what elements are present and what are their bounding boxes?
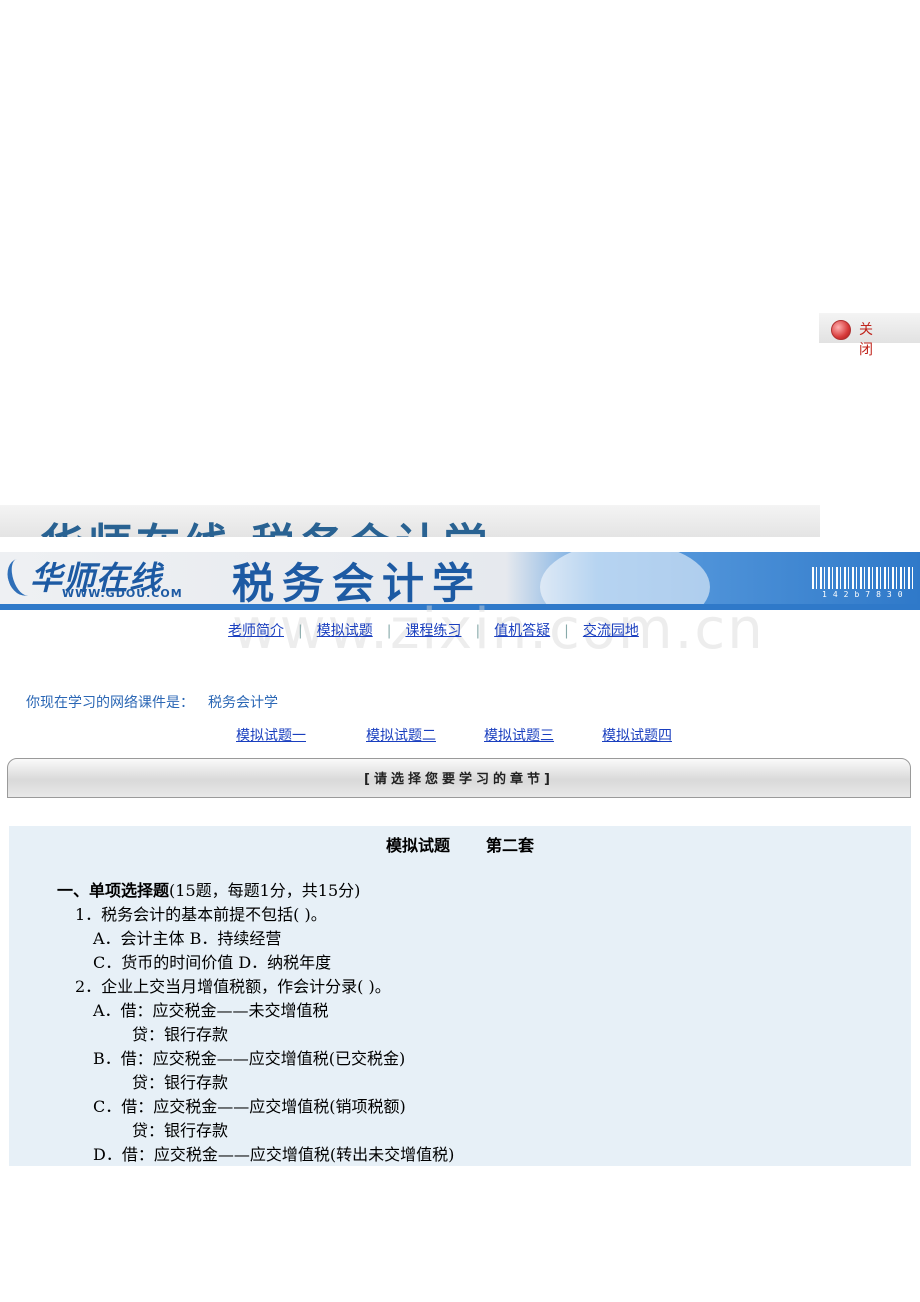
banner-course-title: 税务会计学: [232, 559, 483, 608]
nav-mock-exams[interactable]: 模拟试题: [317, 623, 373, 639]
question-option: A．会计主体 B．持续经营: [93, 929, 282, 948]
nav-qa[interactable]: 值机答疑: [494, 623, 550, 639]
section-heading: 一、单项选择题(15题，每题1分，共15分): [57, 881, 361, 900]
nav-forum[interactable]: 交流园地: [583, 623, 639, 639]
main-nav: 老师简介 | 模拟试题 | 课程练习 | 值机答疑 | 交流园地: [228, 620, 639, 640]
nav-separator: |: [386, 623, 392, 639]
question-option: C．货币的时间价值 D．纳税年度: [93, 953, 332, 972]
question-line: 1．税务会计的基本前提不包括( )。: [75, 905, 327, 924]
exam-title: 模拟试题 第二套: [385, 836, 535, 855]
question-option: B．借：应交税金——应交增值税(已交税金): [93, 1049, 406, 1068]
site-banner: 华师在线 WWW.GDOU.COM 税务会计学 142b7830: [0, 552, 920, 610]
nav-separator: |: [298, 623, 303, 639]
subnav-exam-1[interactable]: 模拟试题一: [236, 728, 306, 744]
question-option: C．借：应交税金——应交增值税(销项税额): [93, 1097, 406, 1116]
nav-separator: |: [475, 623, 481, 639]
barcode-icon: [812, 567, 913, 589]
exam-content: 模拟试题 第二套 一、单项选择题(15题，每题1分，共15分) 1．税务会计的基本…: [9, 826, 911, 1166]
banner-divider: [0, 604, 920, 610]
nav-course-practice[interactable]: 课程练习: [405, 623, 461, 639]
close-icon: [831, 320, 851, 340]
question-option-credit: 贷：银行存款: [132, 1025, 229, 1044]
banner-ghost: 华师在线 税务会计学: [0, 505, 820, 537]
question-option-credit: 贷：银行存款: [132, 1121, 229, 1140]
exam-subnav: 模拟试题一 模拟试题二 模拟试题三 模拟试题四: [236, 725, 672, 745]
subnav-exam-3[interactable]: 模拟试题三: [484, 728, 554, 744]
question-option: A．借：应交税金——未交增值税: [93, 1001, 329, 1020]
subnav-exam-2[interactable]: 模拟试题二: [350, 728, 436, 744]
current-course-name: 税务会计学: [208, 695, 278, 711]
subnav-exam-4[interactable]: 模拟试题四: [602, 728, 672, 744]
question-line: 2．企业上交当月增值税额，作会计分录( )。: [75, 977, 391, 996]
chapter-select-bar[interactable]: [请选择您要学习的章节]: [7, 758, 911, 798]
question-option-credit: 贷：银行存款: [132, 1073, 229, 1092]
banner-swoosh: [540, 552, 710, 610]
close-button[interactable]: 关 闭: [819, 313, 920, 358]
logo-url: WWW.GDOU.COM: [62, 587, 183, 600]
current-course: 你现在学习的网络课件是： 税务会计学: [26, 692, 278, 712]
banner-ghost-text: 华师在线 税务会计学: [40, 509, 491, 537]
barcode-number: 142b7830: [822, 590, 909, 599]
nav-separator: |: [564, 623, 569, 639]
nav-teacher-intro[interactable]: 老师简介: [228, 623, 284, 639]
close-button-label: 关 闭: [859, 322, 883, 358]
question-option: D．借：应交税金——应交增值税(转出未交增值税): [93, 1145, 455, 1164]
chapter-select-label: [请选择您要学习的章节]: [364, 772, 554, 787]
current-course-prefix: 你现在学习的网络课件是：: [26, 695, 194, 711]
